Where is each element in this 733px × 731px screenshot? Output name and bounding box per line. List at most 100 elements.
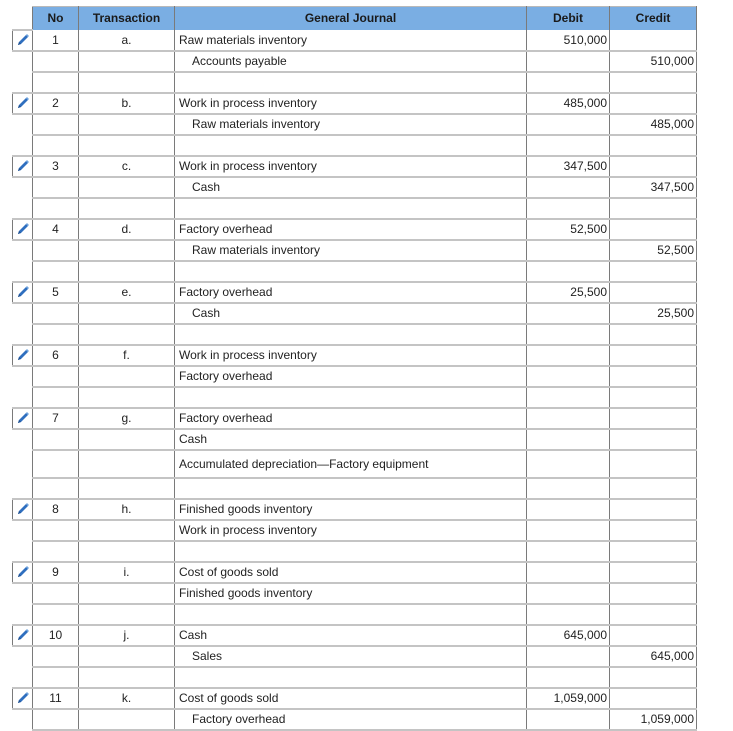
edit-entry-button[interactable]	[12, 560, 33, 584]
account-cell[interactable]: Finished goods inventory	[174, 498, 527, 521]
credit-cell[interactable]	[609, 666, 697, 689]
account-cell[interactable]: Factory overhead	[174, 365, 527, 388]
account-cell[interactable]: Cash	[174, 428, 527, 451]
credit-cell[interactable]	[609, 260, 697, 283]
debit-cell[interactable]: 25,500	[526, 281, 610, 304]
debit-cell[interactable]	[526, 302, 610, 325]
edit-entry-button[interactable]	[12, 154, 33, 178]
credit-cell[interactable]	[609, 197, 697, 220]
edit-entry-button[interactable]	[12, 280, 33, 304]
credit-cell[interactable]	[609, 540, 697, 563]
credit-cell[interactable]	[609, 323, 697, 346]
credit-cell[interactable]: 347,500	[609, 176, 697, 199]
account-cell[interactable]	[174, 323, 527, 346]
credit-cell[interactable]	[609, 603, 697, 626]
edit-entry-button[interactable]	[12, 686, 33, 710]
credit-cell[interactable]	[609, 155, 697, 178]
credit-cell[interactable]	[609, 344, 697, 367]
debit-cell[interactable]	[526, 708, 610, 731]
debit-cell[interactable]	[526, 477, 610, 500]
account-cell[interactable]: Cost of goods sold	[174, 687, 527, 710]
edit-entry-button[interactable]	[12, 497, 33, 521]
account-cell[interactable]: Work in process inventory	[174, 519, 527, 542]
account-cell[interactable]: Factory overhead	[174, 407, 527, 430]
debit-cell[interactable]	[526, 498, 610, 521]
debit-cell[interactable]	[526, 449, 610, 479]
credit-cell[interactable]	[609, 218, 697, 241]
credit-cell[interactable]: 25,500	[609, 302, 697, 325]
credit-cell[interactable]	[609, 498, 697, 521]
credit-cell[interactable]: 645,000	[609, 645, 697, 668]
credit-cell[interactable]	[609, 477, 697, 500]
credit-cell[interactable]	[609, 407, 697, 430]
credit-cell[interactable]	[609, 519, 697, 542]
debit-cell[interactable]: 485,000	[526, 92, 610, 115]
account-cell[interactable]: Cash	[174, 624, 527, 647]
account-cell[interactable]	[174, 603, 527, 626]
credit-cell[interactable]	[609, 428, 697, 451]
debit-cell[interactable]	[526, 113, 610, 136]
edit-entry-button[interactable]	[12, 406, 33, 430]
account-cell[interactable]	[174, 260, 527, 283]
credit-cell[interactable]	[609, 71, 697, 94]
account-cell[interactable]: Cost of goods sold	[174, 561, 527, 584]
account-cell[interactable]: Finished goods inventory	[174, 582, 527, 605]
account-cell[interactable]	[174, 386, 527, 409]
debit-cell[interactable]	[526, 582, 610, 605]
credit-cell[interactable]	[609, 365, 697, 388]
account-cell[interactable]: Cash	[174, 176, 527, 199]
debit-cell[interactable]	[526, 176, 610, 199]
credit-cell[interactable]	[609, 687, 697, 710]
account-cell[interactable]	[174, 134, 527, 157]
debit-cell[interactable]: 52,500	[526, 218, 610, 241]
account-cell[interactable]: Factory overhead	[174, 218, 527, 241]
credit-cell[interactable]: 485,000	[609, 113, 697, 136]
debit-cell[interactable]	[526, 239, 610, 262]
debit-cell[interactable]	[526, 365, 610, 388]
account-cell[interactable]: Raw materials inventory	[174, 113, 527, 136]
account-cell[interactable]	[174, 477, 527, 500]
credit-cell[interactable]: 52,500	[609, 239, 697, 262]
debit-cell[interactable]	[526, 260, 610, 283]
credit-cell[interactable]	[609, 449, 697, 479]
credit-cell[interactable]: 510,000	[609, 50, 697, 73]
credit-cell[interactable]: 1,059,000	[609, 708, 697, 731]
edit-entry-button[interactable]	[12, 217, 33, 241]
debit-cell[interactable]: 510,000	[526, 29, 610, 52]
debit-cell[interactable]	[526, 407, 610, 430]
credit-cell[interactable]	[609, 624, 697, 647]
account-cell[interactable]: Work in process inventory	[174, 155, 527, 178]
account-cell[interactable]	[174, 71, 527, 94]
edit-entry-button[interactable]	[12, 91, 33, 115]
account-cell[interactable]: Raw materials inventory	[174, 29, 527, 52]
debit-cell[interactable]	[526, 666, 610, 689]
account-cell[interactable]: Factory overhead	[174, 708, 527, 731]
debit-cell[interactable]	[526, 561, 610, 584]
credit-cell[interactable]	[609, 386, 697, 409]
debit-cell[interactable]	[526, 645, 610, 668]
account-cell[interactable]: Accounts payable	[174, 50, 527, 73]
debit-cell[interactable]	[526, 386, 610, 409]
account-cell[interactable]: Accumulated depreciation—Factory equipme…	[174, 449, 527, 479]
account-cell[interactable]: Work in process inventory	[174, 92, 527, 115]
debit-cell[interactable]: 1,059,000	[526, 687, 610, 710]
credit-cell[interactable]	[609, 281, 697, 304]
debit-cell[interactable]	[526, 603, 610, 626]
credit-cell[interactable]	[609, 582, 697, 605]
account-cell[interactable]: Raw materials inventory	[174, 239, 527, 262]
account-cell[interactable]: Cash	[174, 302, 527, 325]
debit-cell[interactable]	[526, 428, 610, 451]
debit-cell[interactable]	[526, 344, 610, 367]
debit-cell[interactable]	[526, 519, 610, 542]
edit-entry-button[interactable]	[12, 343, 33, 367]
debit-cell[interactable]	[526, 50, 610, 73]
credit-cell[interactable]	[609, 92, 697, 115]
account-cell[interactable]	[174, 540, 527, 563]
debit-cell[interactable]	[526, 323, 610, 346]
credit-cell[interactable]	[609, 561, 697, 584]
account-cell[interactable]: Sales	[174, 645, 527, 668]
account-cell[interactable]	[174, 666, 527, 689]
credit-cell[interactable]	[609, 29, 697, 52]
debit-cell[interactable]: 347,500	[526, 155, 610, 178]
debit-cell[interactable]	[526, 134, 610, 157]
